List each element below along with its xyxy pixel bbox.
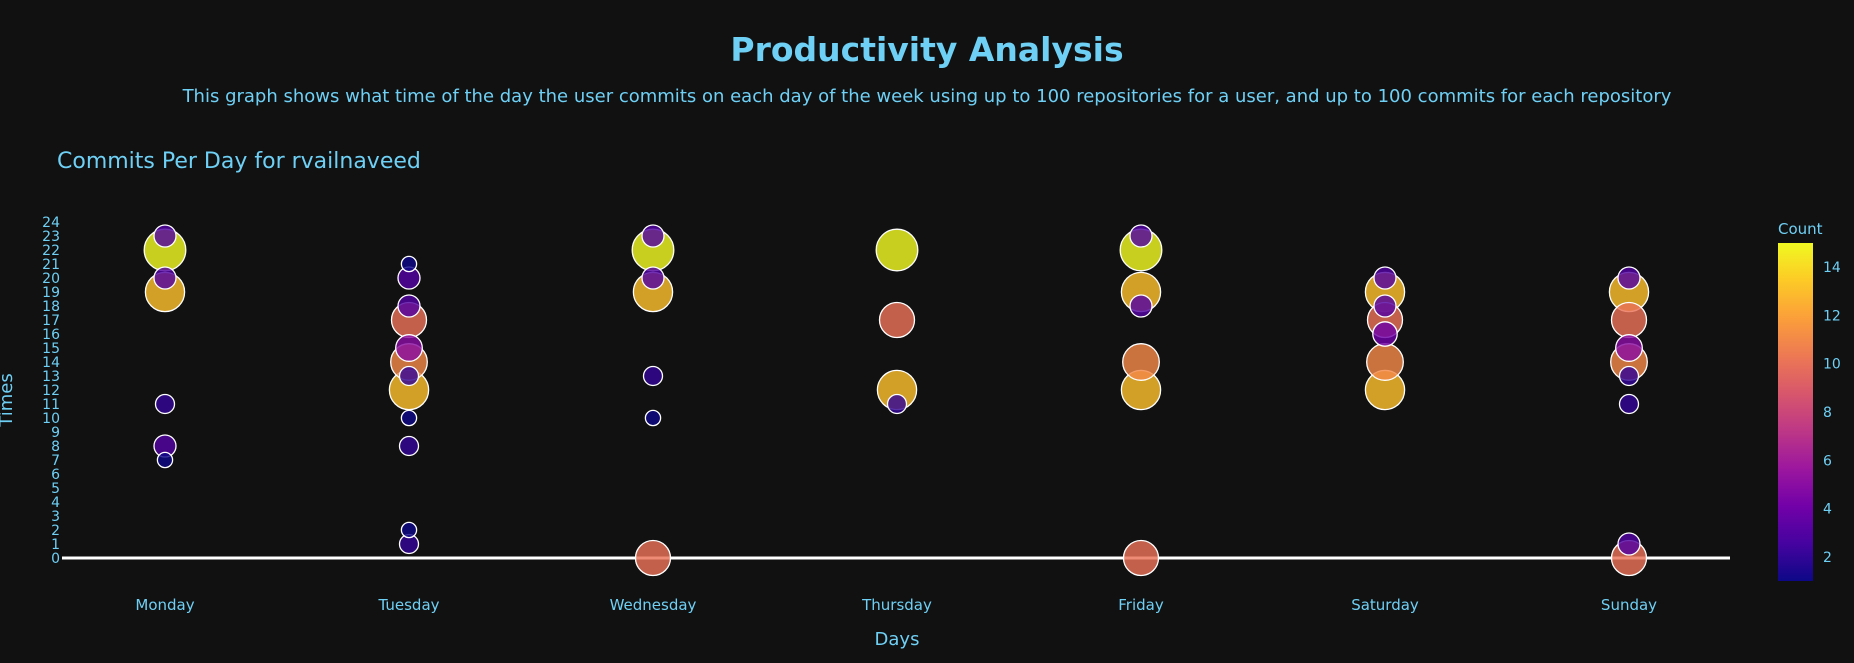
data-point: [153, 266, 177, 290]
y-tick-label: 10: [42, 411, 60, 427]
data-point: [1618, 393, 1640, 415]
data-point: [153, 224, 177, 248]
data-point: [878, 301, 916, 339]
data-point: [1610, 301, 1648, 339]
colorbar-ticks: 2 4 6 8 10 12 14: [1823, 260, 1841, 566]
colorbar-tick-label: 10: [1823, 357, 1841, 373]
y-tick-label: 23: [42, 229, 60, 245]
y-tick-label: 24: [42, 215, 60, 231]
y-tick-label: 19: [42, 285, 60, 301]
data-point: [1122, 343, 1160, 381]
x-tick-label: Thursday: [861, 596, 932, 614]
data-point: [1372, 321, 1398, 347]
x-tick-label: Friday: [1118, 596, 1164, 614]
y-tick-label: 22: [42, 243, 60, 259]
y-tick-label: 17: [42, 313, 60, 329]
data-point: [397, 294, 421, 318]
y-tick-label: 4: [51, 495, 60, 511]
x-tick-label: Monday: [135, 596, 194, 614]
data-point: [641, 266, 665, 290]
colorbar: Count 2 4 6 8 10 12 14: [1778, 220, 1841, 581]
data-point: [156, 451, 174, 469]
y-tick-label: 14: [42, 355, 60, 371]
y-tick-label: 9: [51, 425, 60, 441]
y-tick-label: 7: [51, 453, 60, 469]
data-point: [154, 393, 176, 415]
y-tick-label: 6: [51, 467, 60, 483]
data-point: [1373, 266, 1397, 290]
colorbar-tick-label: 2: [1823, 550, 1832, 566]
colorbar-tick-label: 6: [1823, 453, 1832, 469]
x-tick-label: Saturday: [1351, 596, 1419, 614]
data-point: [886, 393, 908, 415]
data-point: [875, 228, 919, 272]
y-tick-label: 21: [42, 257, 60, 273]
data-point: [644, 409, 662, 427]
y-tick-label: 0: [51, 551, 60, 567]
data-point: [1615, 334, 1643, 362]
y-tick-label: 1: [51, 537, 60, 553]
x-tick-label: Tuesday: [377, 596, 439, 614]
data-point: [395, 334, 423, 362]
data-point: [398, 435, 420, 457]
y-tick-label: 11: [42, 397, 60, 413]
data-point: [400, 409, 418, 427]
data-point: [398, 365, 420, 387]
chart-title: Commits Per Day for rvailnaveed: [57, 149, 421, 174]
data-point: [400, 521, 418, 539]
data-point: [1618, 365, 1640, 387]
colorbar-tick-label: 4: [1823, 502, 1832, 518]
data-point: [642, 365, 664, 387]
x-tick-label: Wednesday: [610, 596, 697, 614]
data-point: [634, 539, 672, 577]
data-markers: [143, 224, 1650, 577]
colorbar-tick-label: 8: [1823, 405, 1832, 421]
data-point: [1617, 266, 1641, 290]
colorbar-tick-label: 12: [1823, 308, 1841, 324]
x-axis-ticks: Monday Tuesday Wednesday Thursday Friday Satu…: [135, 596, 1657, 614]
y-tick-label: 18: [42, 299, 60, 315]
commits-scatter-chart: Commits Per Day for rvailnaveed 01234567…: [0, 149, 1841, 650]
colorbar-title: Count: [1778, 220, 1823, 238]
y-tick-label: 15: [42, 341, 60, 357]
y-tick-label: 5: [51, 481, 60, 497]
data-point: [1122, 539, 1160, 577]
x-axis-label: Days: [875, 629, 920, 650]
y-axis-label: Times: [0, 373, 17, 427]
y-axis-ticks: 0123456789101112131415161718192021222324: [42, 215, 60, 567]
x-tick-label: Sunday: [1601, 596, 1657, 614]
data-point: [400, 255, 418, 273]
data-point: [1129, 294, 1153, 318]
y-tick-label: 8: [51, 439, 60, 455]
y-tick-label: 12: [42, 383, 60, 399]
y-tick-label: 20: [42, 271, 60, 287]
data-point: [1373, 294, 1397, 318]
y-tick-label: 3: [51, 509, 60, 525]
data-point: [1366, 343, 1404, 381]
y-tick-label: 2: [51, 523, 60, 539]
y-tick-label: 16: [42, 327, 60, 343]
data-point: [1617, 532, 1641, 556]
colorbar-tick-label: 14: [1823, 260, 1841, 276]
colorbar-gradient: [1778, 243, 1813, 581]
y-tick-label: 13: [42, 369, 60, 385]
data-point: [641, 224, 665, 248]
data-point: [1129, 224, 1153, 248]
